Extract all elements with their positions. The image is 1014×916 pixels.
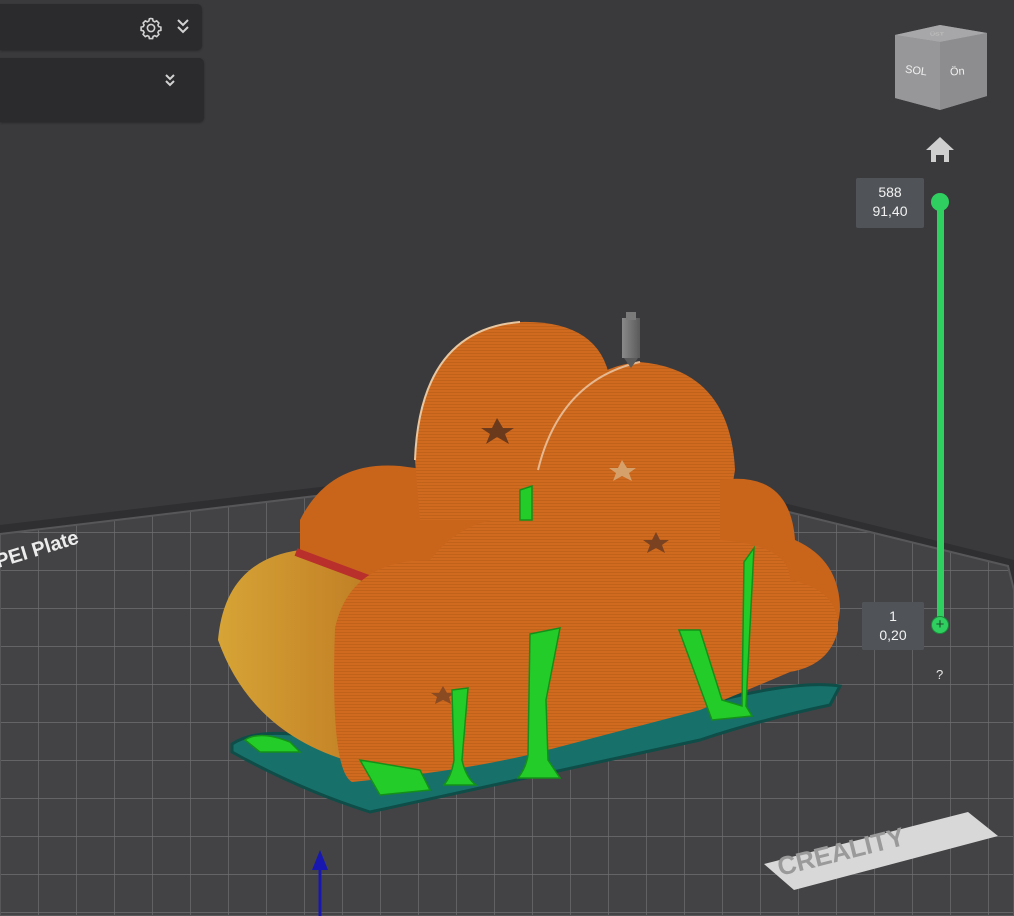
bottom-layer-number: 1 [889, 608, 897, 624]
plus-icon: + [935, 616, 945, 633]
double-chevron-down-icon[interactable] [175, 17, 191, 37]
bottom-layer-height: 0,20 [879, 627, 907, 643]
help-button[interactable]: ? [936, 667, 943, 682]
object-list-panel[interactable] [0, 58, 204, 122]
layer-slider-top-handle[interactable] [931, 193, 949, 211]
top-layer-readout: 588 91,40 [856, 178, 924, 228]
home-icon[interactable] [926, 137, 954, 162]
double-chevron-down-icon[interactable] [163, 72, 177, 90]
layer-slider-bottom-handle[interactable]: + [931, 616, 949, 634]
view-cube-top-face[interactable]: ÜST [930, 32, 944, 36]
nozzle-icon [622, 312, 640, 368]
top-layer-height: 91,40 [872, 203, 908, 219]
print-settings-panel[interactable] [0, 4, 202, 50]
gear-icon[interactable] [139, 16, 163, 40]
bottom-layer-readout: 1 0,20 [862, 602, 924, 650]
3d-viewport[interactable]: PEI Plate CREALITY [0, 0, 1014, 916]
view-cube-front-face[interactable]: Ön [950, 66, 965, 79]
layer-slider-track[interactable] [937, 202, 944, 626]
top-layer-number: 588 [878, 184, 902, 200]
